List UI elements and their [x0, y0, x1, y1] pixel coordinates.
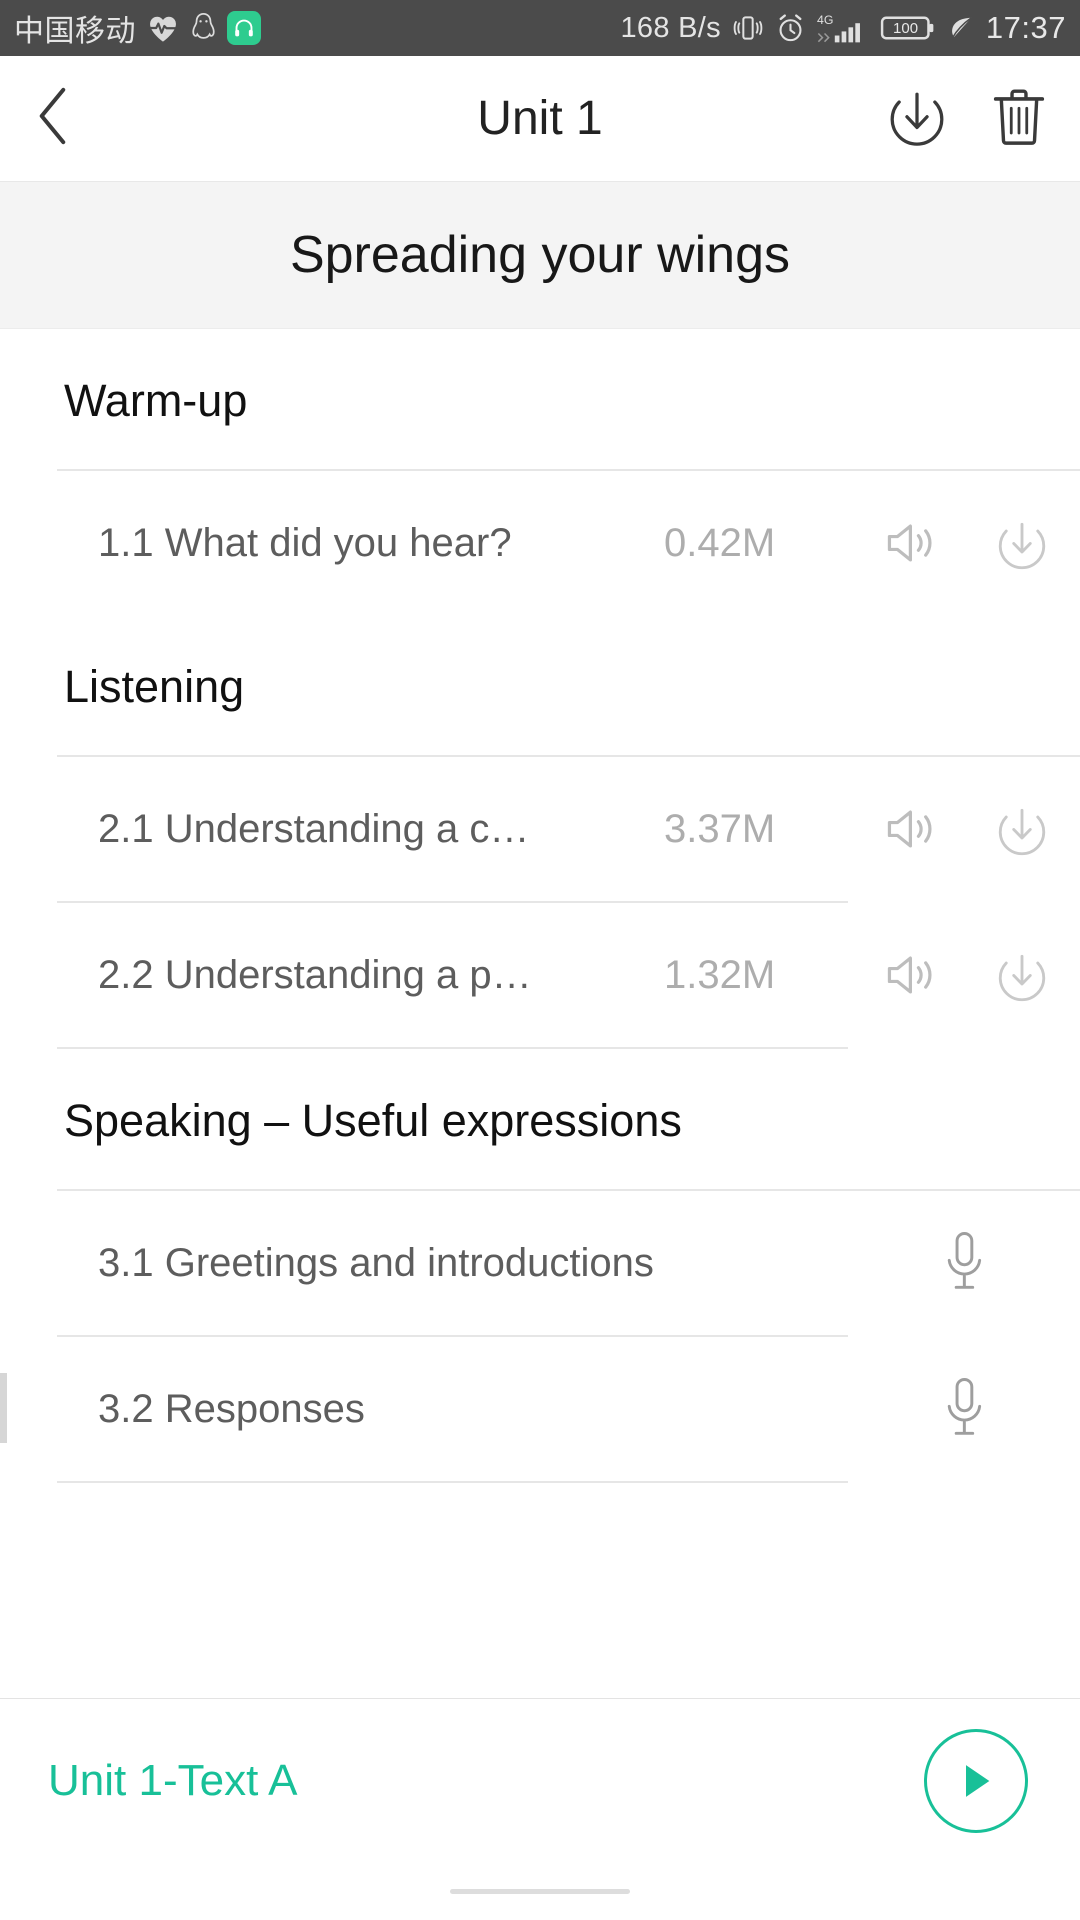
list-item[interactable]: 2.1 Understanding a c… 3.37M [0, 757, 1080, 901]
qq-penguin-icon [190, 12, 217, 44]
section-header-listening: Listening [64, 661, 245, 712]
download-item-button[interactable] [964, 948, 1080, 1002]
list-item-size: 3.37M [664, 806, 776, 851]
status-bar-right: 168 B/s 4G 100 17:37 [620, 10, 1066, 46]
chevron-left-icon [34, 85, 74, 152]
list-item[interactable]: 3.2 Responses [0, 1337, 1080, 1481]
delete-button[interactable] [992, 85, 1046, 152]
leaf-icon [947, 14, 975, 42]
trash-icon [993, 89, 1045, 145]
play-triangle-icon [966, 1764, 990, 1797]
download-all-button[interactable] [886, 85, 948, 152]
divider [57, 1481, 848, 1483]
play-audio-button[interactable] [860, 950, 964, 1000]
speaker-icon [887, 810, 932, 848]
play-audio-button[interactable] [860, 804, 964, 854]
back-button[interactable] [34, 85, 104, 152]
list-item-size: 1.32M [664, 952, 776, 997]
nav-hint-bar [0, 1862, 1080, 1920]
list-item-size: 0.42M [664, 520, 776, 565]
list-item-label: 3.1 Greetings and introductions [98, 1240, 654, 1285]
play-audio-button[interactable] [860, 518, 964, 568]
download-circle-icon [998, 522, 1046, 570]
microphone-icon [947, 1377, 982, 1435]
speaker-icon [887, 524, 932, 562]
record-button[interactable] [848, 1230, 1080, 1296]
app-bar: Unit 1 [0, 56, 1080, 182]
headphone-app-icon [227, 11, 261, 45]
vibrate-icon [732, 12, 764, 44]
section-header-speaking: Speaking – Useful expressions [64, 1095, 682, 1146]
lesson-banner: Spreading your wings [0, 182, 1080, 329]
signal-4g-icon: 4G [817, 11, 869, 45]
list-item-label: 2.2 Understanding a p… [98, 952, 532, 997]
alarm-clock-icon [775, 13, 806, 44]
battery-icon: 100 [880, 13, 936, 43]
carrier-label: 中国移动 [14, 15, 136, 48]
play-button[interactable] [924, 1728, 1028, 1833]
status-bar: 中国移动 168 B/s 4G 100 17:37 [0, 0, 1080, 56]
heart-pulse-icon [146, 13, 180, 43]
list-item[interactable]: 2.2 Understanding a p… 1.32M [0, 903, 1080, 1047]
scrollbar[interactable] [0, 1373, 7, 1443]
microphone-icon [947, 1231, 982, 1289]
list-item-label: 3.2 Responses [98, 1386, 365, 1431]
lesson-banner-title: Spreading your wings [289, 226, 791, 284]
player-bar[interactable]: Unit 1-Text A [0, 1698, 1080, 1862]
section-header-warm-up: Warm-up [64, 375, 248, 426]
status-bar-left: 中国移动 [14, 6, 261, 50]
download-item-button[interactable] [964, 516, 1080, 570]
app-bar-actions [886, 85, 1046, 152]
lesson-list[interactable]: Warm-up 1.1 What did you hear? 0.42M Lis… [0, 329, 1080, 1483]
player-track-title: Unit 1-Text A [48, 1755, 298, 1805]
speaker-icon [887, 956, 932, 994]
clock-label: 17:37 [985, 10, 1066, 45]
list-item[interactable]: 3.1 Greetings and introductions [0, 1191, 1080, 1335]
list-item-label: 1.1 What did you hear? [98, 520, 512, 565]
download-circle-icon [998, 808, 1046, 856]
list-item[interactable]: 1.1 What did you hear? 0.42M [0, 471, 1080, 615]
download-circle-icon [890, 92, 944, 146]
svg-text:4G: 4G [817, 13, 833, 27]
download-item-button[interactable] [964, 802, 1080, 856]
list-item-label: 2.1 Understanding a c… [98, 806, 530, 851]
download-circle-icon [998, 954, 1046, 1002]
svg-text:100: 100 [893, 20, 918, 37]
network-speed-label: 168 B/s [620, 11, 721, 44]
nav-hint-indicator [450, 1888, 630, 1894]
record-button[interactable] [848, 1376, 1080, 1442]
